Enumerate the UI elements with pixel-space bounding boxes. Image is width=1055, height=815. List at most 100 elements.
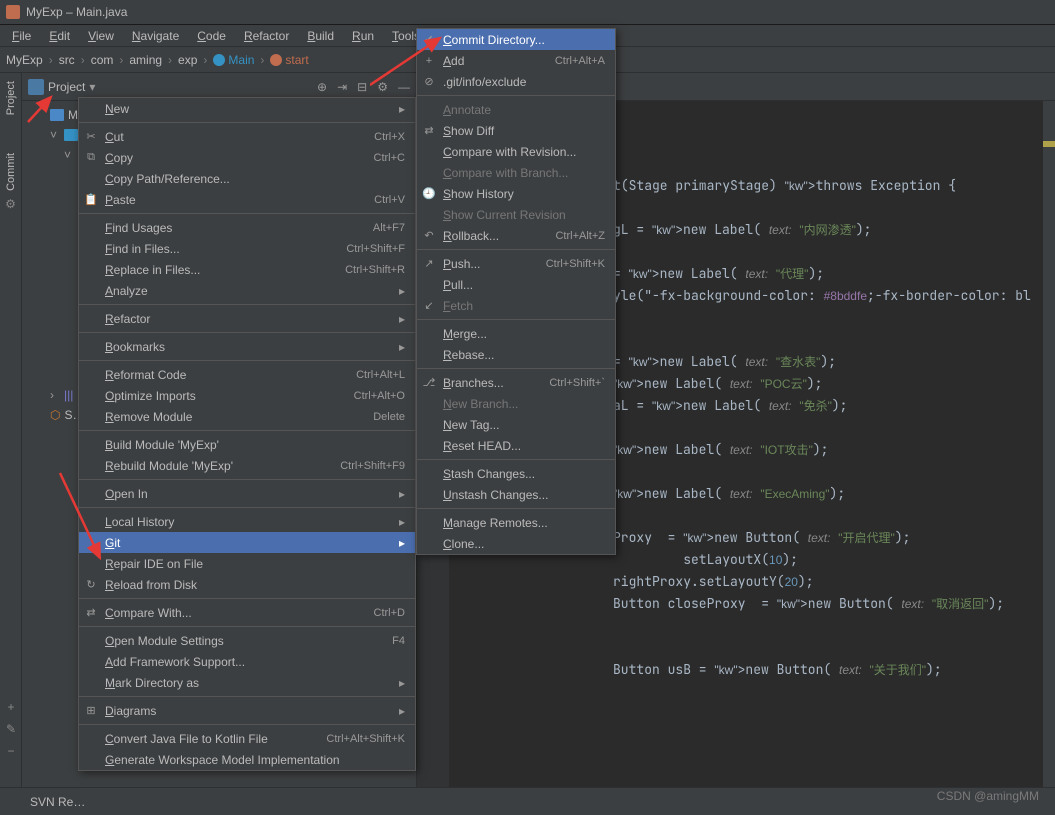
menu-item-copy-path-reference-[interactable]: Copy Path/Reference... bbox=[79, 168, 415, 189]
breadcrumb-item[interactable]: src bbox=[59, 53, 91, 67]
menu-run[interactable]: Run bbox=[344, 27, 382, 45]
menu-item-new-tag-[interactable]: New Tag... bbox=[417, 414, 615, 435]
menu-item-rebuild-module-myexp-[interactable]: Rebuild Module 'MyExp'Ctrl+Shift+F9 bbox=[79, 455, 415, 476]
menu-item-open-in[interactable]: Open In▸ bbox=[79, 483, 415, 504]
hide-icon[interactable]: — bbox=[398, 80, 410, 94]
menu-navigate[interactable]: Navigate bbox=[124, 27, 187, 45]
menu-item-icon: ✔ bbox=[422, 33, 436, 47]
menu-item-compare-with-branch-: Compare with Branch... bbox=[417, 162, 615, 183]
menu-item-diagrams[interactable]: ⊞Diagrams▸ bbox=[79, 700, 415, 721]
menu-item-repair-ide-on-file[interactable]: Repair IDE on File bbox=[79, 553, 415, 574]
breadcrumb-item[interactable]: aming bbox=[129, 53, 178, 67]
menu-item-branches-[interactable]: ⎇Branches...Ctrl+Shift+` bbox=[417, 372, 615, 393]
menu-build[interactable]: Build bbox=[299, 27, 342, 45]
menu-item-optimize-imports[interactable]: Optimize ImportsCtrl+Alt+O bbox=[79, 385, 415, 406]
status-bar: SVN Re… bbox=[0, 787, 1055, 815]
menu-item-compare-with-revision-[interactable]: Compare with Revision... bbox=[417, 141, 615, 162]
menu-edit[interactable]: Edit bbox=[41, 27, 78, 45]
breadcrumb-item[interactable]: com bbox=[91, 53, 130, 67]
menu-item-icon: ↗ bbox=[422, 257, 436, 271]
menu-item--git-info-exclude[interactable]: ⊘.git/info/exclude bbox=[417, 71, 615, 92]
menu-item-local-history[interactable]: Local History▸ bbox=[79, 511, 415, 532]
menu-item-find-in-files-[interactable]: Find in Files...Ctrl+Shift+F bbox=[79, 238, 415, 259]
menu-item-refactor[interactable]: Refactor▸ bbox=[79, 308, 415, 329]
menu-item-show-diff[interactable]: ⇄Show Diff bbox=[417, 120, 615, 141]
expand-icon[interactable]: ⊟ bbox=[357, 80, 367, 94]
menu-refactor[interactable]: Refactor bbox=[236, 27, 297, 45]
menu-item-icon: + bbox=[422, 54, 436, 68]
menu-file[interactable]: File bbox=[4, 27, 39, 45]
context-menu-project[interactable]: New▸ ✂CutCtrl+X⧉CopyCtrl+CCopy Path/Refer… bbox=[78, 97, 416, 771]
breadcrumb-item[interactable]: exp bbox=[178, 53, 213, 67]
menu-item-copy[interactable]: ⧉CopyCtrl+C bbox=[79, 147, 415, 168]
menu-item-build-module-myexp-[interactable]: Build Module 'MyExp' bbox=[79, 434, 415, 455]
menu-item-analyze[interactable]: Analyze▸ bbox=[79, 280, 415, 301]
menu-code[interactable]: Code bbox=[189, 27, 234, 45]
target-icon[interactable]: ⊕ bbox=[317, 80, 327, 94]
menu-item-mark-directory-as[interactable]: Mark Directory as▸ bbox=[79, 672, 415, 693]
menu-item-new-branch-: New Branch... bbox=[417, 393, 615, 414]
menu-item-cut[interactable]: ✂CutCtrl+X bbox=[79, 126, 415, 147]
context-menu-git[interactable]: ✔Commit Directory...+AddCtrl+Alt+A⊘.git/… bbox=[416, 28, 616, 555]
menu-item-rebase-[interactable]: Rebase... bbox=[417, 344, 615, 365]
menu-item-convert-java-file-to-kotlin-file[interactable]: Convert Java File to Kotlin FileCtrl+Alt… bbox=[79, 728, 415, 749]
menu-item-icon: ↻ bbox=[84, 578, 98, 592]
title-bar: MyExp – Main.java bbox=[0, 0, 1055, 25]
menu-item-icon: ✂ bbox=[84, 130, 98, 144]
menu-item-git[interactable]: Git▸ bbox=[79, 532, 415, 553]
chevron-down-icon[interactable]: ▾ bbox=[89, 80, 95, 94]
menu-item-icon: ⎇ bbox=[422, 376, 436, 390]
breadcrumb-item[interactable]: Main bbox=[213, 53, 270, 67]
menu-item-clone-[interactable]: Clone... bbox=[417, 533, 615, 554]
menu-view[interactable]: View bbox=[80, 27, 122, 45]
scrollbar[interactable] bbox=[1043, 101, 1055, 787]
menu-item-icon: 📋 bbox=[84, 193, 98, 207]
menu-item-compare-with-[interactable]: ⇄Compare With...Ctrl+D bbox=[79, 602, 415, 623]
svn-tool-label[interactable]: SVN Re… bbox=[22, 791, 93, 813]
menu-item-new[interactable]: New▸ bbox=[79, 98, 415, 119]
menu-item-reload-from-disk[interactable]: ↻Reload from Disk bbox=[79, 574, 415, 595]
menu-item-remove-module[interactable]: Remove ModuleDelete bbox=[79, 406, 415, 427]
menu-item-icon: ↙ bbox=[422, 299, 436, 313]
menu-item-icon: 🕘 bbox=[422, 187, 436, 201]
menu-item-manage-remotes-[interactable]: Manage Remotes... bbox=[417, 512, 615, 533]
menu-item-paste[interactable]: 📋PasteCtrl+V bbox=[79, 189, 415, 210]
menu-item-pull-[interactable]: Pull... bbox=[417, 274, 615, 295]
menu-item-push-[interactable]: ↗Push...Ctrl+Shift+K bbox=[417, 253, 615, 274]
project-panel-title: Project bbox=[48, 80, 85, 94]
collapse-icon[interactable]: ⇥ bbox=[337, 80, 347, 94]
project-icon bbox=[28, 79, 44, 95]
menu-item-reformat-code[interactable]: Reformat CodeCtrl+Alt+L bbox=[79, 364, 415, 385]
edit-icon[interactable]: ✎ bbox=[6, 722, 16, 736]
add-icon[interactable]: + bbox=[7, 700, 14, 714]
menu-item-stash-changes-[interactable]: Stash Changes... bbox=[417, 463, 615, 484]
window-title: MyExp – Main.java bbox=[26, 5, 127, 19]
settings-icon[interactable]: ⚙ bbox=[5, 197, 16, 211]
commit-tool-label[interactable]: Commit bbox=[5, 153, 17, 191]
menu-item-open-module-settings[interactable]: Open Module SettingsF4 bbox=[79, 630, 415, 651]
menu-item-commit-directory-[interactable]: ✔Commit Directory... bbox=[417, 29, 615, 50]
menu-item-add-framework-support-[interactable]: Add Framework Support... bbox=[79, 651, 415, 672]
menu-item-icon: ↶ bbox=[422, 229, 436, 243]
menu-item-add[interactable]: +AddCtrl+Alt+A bbox=[417, 50, 615, 71]
menu-item-merge-[interactable]: Merge... bbox=[417, 323, 615, 344]
menu-item-rollback-[interactable]: ↶Rollback...Ctrl+Alt+Z bbox=[417, 225, 615, 246]
menu-item-find-usages[interactable]: Find UsagesAlt+F7 bbox=[79, 217, 415, 238]
menu-item-show-history[interactable]: 🕘Show History bbox=[417, 183, 615, 204]
project-tool-label[interactable]: Project bbox=[5, 81, 17, 115]
menu-item-replace-in-files-[interactable]: Replace in Files...Ctrl+Shift+R bbox=[79, 259, 415, 280]
breadcrumb-item[interactable]: start bbox=[270, 53, 320, 67]
menu-item-unstash-changes-[interactable]: Unstash Changes... bbox=[417, 484, 615, 505]
menu-item-generate-workspace-model-implementation[interactable]: Generate Workspace Model Implementation bbox=[79, 749, 415, 770]
menu-item-fetch: ↙Fetch bbox=[417, 295, 615, 316]
menu-item-show-current-revision: Show Current Revision bbox=[417, 204, 615, 225]
left-gutter: Project Commit ⚙ bbox=[0, 73, 22, 787]
menu-item-icon: ⧉ bbox=[84, 151, 98, 165]
minus-icon[interactable]: − bbox=[7, 744, 14, 758]
menu-item-bookmarks[interactable]: Bookmarks▸ bbox=[79, 336, 415, 357]
breadcrumb-item[interactable]: MyExp bbox=[6, 53, 59, 67]
watermark: CSDN @amingMM bbox=[937, 789, 1039, 803]
menu-item-reset-head-[interactable]: Reset HEAD... bbox=[417, 435, 615, 456]
app-icon bbox=[6, 5, 20, 19]
gear-icon[interactable]: ⚙ bbox=[377, 80, 388, 94]
